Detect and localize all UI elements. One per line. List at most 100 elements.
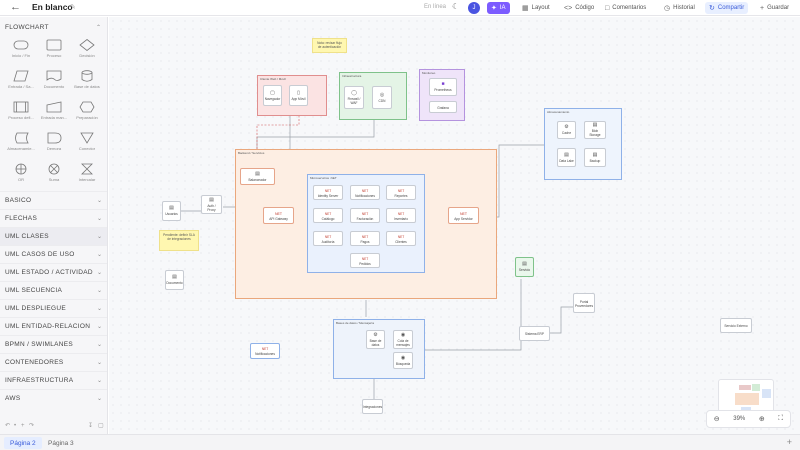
- category-flechas[interactable]: FLECHAS ⌄: [0, 209, 107, 227]
- undo-icon[interactable]: ↶: [5, 422, 10, 429]
- category-uml-casos-de-uso[interactable]: UML CASOS DE USO ⌄: [0, 245, 107, 263]
- node-portal-proveedores[interactable]: Portal Proveedores: [573, 293, 595, 313]
- document-icon: [46, 70, 62, 81]
- node-data-lake[interactable]: ▤ Data Lake: [557, 148, 576, 167]
- node-busqueda[interactable]: ◉ Búsqueda: [393, 352, 413, 369]
- chevron-up-icon[interactable]: ⌃: [96, 24, 101, 31]
- shape-base-datos[interactable]: Base de datos: [70, 70, 104, 100]
- tab-pagina-3[interactable]: Página 3: [42, 437, 80, 449]
- diagram-canvas[interactable]: Cliente Web / Móvil Infraestructura Moni…: [109, 17, 800, 434]
- shape-proceso-definido[interactable]: Proceso defi...: [4, 101, 38, 131]
- node-base-datos[interactable]: ⚙ Base de datos: [366, 330, 385, 349]
- rect-icon: [46, 39, 62, 51]
- shape-entrada-salida[interactable]: Entrada / Sa...: [4, 70, 38, 100]
- node-grafana[interactable]: Grafana: [429, 101, 457, 113]
- node-servicio-externo[interactable]: Servicio Externo: [720, 318, 752, 333]
- back-arrow-icon[interactable]: ←: [10, 1, 21, 13]
- chevron-down-icon: ⌄: [96, 306, 102, 312]
- moon-icon[interactable]: ☾: [452, 2, 459, 11]
- download-icon[interactable]: ↧: [88, 422, 93, 429]
- parallelogram-icon: [13, 70, 29, 82]
- node-cdn[interactable]: ◎ CDN: [372, 86, 392, 109]
- category-uml-despliegue[interactable]: UML DESPLIEGUE ⌄: [0, 299, 107, 317]
- shape-documento[interactable]: Documento: [37, 70, 71, 100]
- category-uml-entidad-relacion[interactable]: UML ENTIDAD-RELACION ⌄: [0, 317, 107, 335]
- ia-button[interactable]: ✦ IA: [487, 2, 510, 14]
- shape-demora[interactable]: Demora: [37, 132, 71, 162]
- plus-icon[interactable]: +: [21, 423, 25, 429]
- shape-suma[interactable]: Suma: [37, 163, 71, 193]
- node-app-movil[interactable]: ▯ App Móvil: [289, 85, 308, 106]
- node-firewall[interactable]: ◯ Firewall / WAF: [344, 86, 364, 109]
- category-aws[interactable]: AWS ⌄: [0, 389, 107, 407]
- sidebar-toolbar: ↶ • + ↷ ↧ ▢: [0, 417, 107, 434]
- node-svc-identity[interactable]: NET Identity Server: [313, 185, 343, 200]
- avatar[interactable]: J: [468, 2, 480, 14]
- node-svc-inventario[interactable]: NET Inventario: [386, 208, 416, 223]
- node-blob-storage[interactable]: ▤ Blob Storage: [584, 121, 606, 139]
- node-svc-auditoria[interactable]: NET Auditoría: [313, 231, 343, 246]
- node-usuarios[interactable]: ▤ Usuarios: [162, 201, 181, 221]
- shape-inicio-fin[interactable]: Inicio / Fin: [4, 39, 38, 69]
- node-svc-pedidos[interactable]: NET Pedidos: [350, 253, 380, 268]
- shape-almacenamiento[interactable]: Almacenamie...: [4, 132, 38, 162]
- fit-screen-icon[interactable]: ⛶: [778, 415, 783, 423]
- node-api-gateway[interactable]: NET API Gateway: [263, 207, 294, 224]
- node-cache[interactable]: ⚙ Cache: [557, 121, 576, 139]
- node-svc-catalogo[interactable]: NET Catálogo: [313, 208, 343, 223]
- node-notificaciones-net[interactable]: NET Notificaciones: [250, 343, 280, 359]
- comentarios-button[interactable]: □ Comentarios: [601, 2, 650, 14]
- zoom-in-icon[interactable]: ⊕: [759, 415, 765, 423]
- zoom-out-icon[interactable]: ⊖: [714, 415, 720, 423]
- category-basico[interactable]: BASICO ⌄: [0, 191, 107, 209]
- node-svc-pagos[interactable]: NET Pagos: [350, 231, 380, 246]
- node-servicio-green[interactable]: ▤ Servicio: [515, 257, 534, 277]
- node-app-servidor[interactable]: NET App Servidor: [448, 207, 479, 224]
- category-bpmn[interactable]: BPMN / SWIMLANES ⌄: [0, 335, 107, 353]
- sticky-note-left[interactable]: Pendiente: definir SLA de integraciones: [159, 230, 199, 251]
- add-page-icon[interactable]: +: [787, 437, 792, 447]
- shape-entrada-manual[interactable]: Entrada man...: [37, 101, 71, 131]
- guardar-button[interactable]: + Guardar: [756, 2, 793, 14]
- redo-icon[interactable]: ↷: [29, 422, 34, 429]
- node-svc-reportes[interactable]: NET Reportes: [386, 185, 416, 200]
- dot-icon[interactable]: •: [14, 423, 16, 429]
- category-uml-estado[interactable]: UML ESTADO / ACTIVIDAD ⌄: [0, 263, 107, 281]
- category-infraestructura[interactable]: INFRAESTRUCTURA ⌄: [0, 371, 107, 389]
- shape-or[interactable]: OR: [4, 163, 38, 193]
- document-title[interactable]: En blanco: [32, 2, 73, 12]
- node-cola-mensajes[interactable]: ◉ Cola de mensajes: [393, 330, 413, 349]
- shape-decision[interactable]: Decisión: [70, 39, 104, 69]
- frame-right-blue[interactable]: Almacenamiento: [544, 108, 622, 180]
- compartir-button[interactable]: ↻ Compartir: [705, 2, 749, 14]
- trash-icon[interactable]: ▢: [98, 422, 104, 429]
- manual-input-icon: [46, 101, 62, 113]
- sticky-note-top[interactable]: Nota: revisar flujo de autenticación: [312, 38, 347, 53]
- shape-intercalar[interactable]: Intercalar: [70, 163, 104, 193]
- historial-button[interactable]: ◷ Historial: [660, 2, 699, 14]
- clock-icon: ◷: [664, 5, 671, 12]
- category-uml-clases[interactable]: UML CLASES ⌄: [0, 227, 107, 245]
- shape-proceso[interactable]: Proceso: [37, 39, 71, 69]
- category-uml-secuencia[interactable]: UML SECUENCIA ⌄: [0, 281, 107, 299]
- node-prometheus[interactable]: ■ Prometheus: [429, 78, 457, 96]
- shape-conector[interactable]: Conector: [70, 132, 104, 162]
- codigo-button[interactable]: <> Código: [560, 2, 598, 14]
- node-sistema-erp[interactable]: Sistema ERP: [519, 326, 550, 341]
- people-icon: ◉: [400, 331, 406, 338]
- shape-preparacion[interactable]: Preparación: [70, 101, 104, 131]
- node-balanceador[interactable]: ▤ Balanceador: [240, 168, 275, 185]
- category-contenedores[interactable]: CONTENEDORES ⌄: [0, 353, 107, 371]
- edit-pencil-icon[interactable]: ✎: [70, 3, 76, 11]
- frame-bottom-blue[interactable]: Bases de datos / Mensajería: [333, 319, 425, 379]
- node-svc-facturacion[interactable]: NET Facturación: [350, 208, 380, 223]
- node-svc-notificaciones[interactable]: NET Notificaciones: [350, 185, 380, 200]
- node-svc-clientes[interactable]: NET Clientes: [386, 231, 416, 246]
- node-auth-proxy[interactable]: ▤ Auth / Proxy: [201, 195, 222, 214]
- tab-pagina-2[interactable]: Página 2: [4, 437, 42, 449]
- layout-button[interactable]: ▦ Layout: [518, 2, 554, 14]
- node-integraciones[interactable]: Integraciones: [362, 399, 383, 414]
- node-backup[interactable]: ▤ Backup: [584, 148, 606, 167]
- node-navegador[interactable]: ▢ Navegador: [263, 85, 282, 106]
- node-documento[interactable]: ▤ Documento: [165, 270, 184, 290]
